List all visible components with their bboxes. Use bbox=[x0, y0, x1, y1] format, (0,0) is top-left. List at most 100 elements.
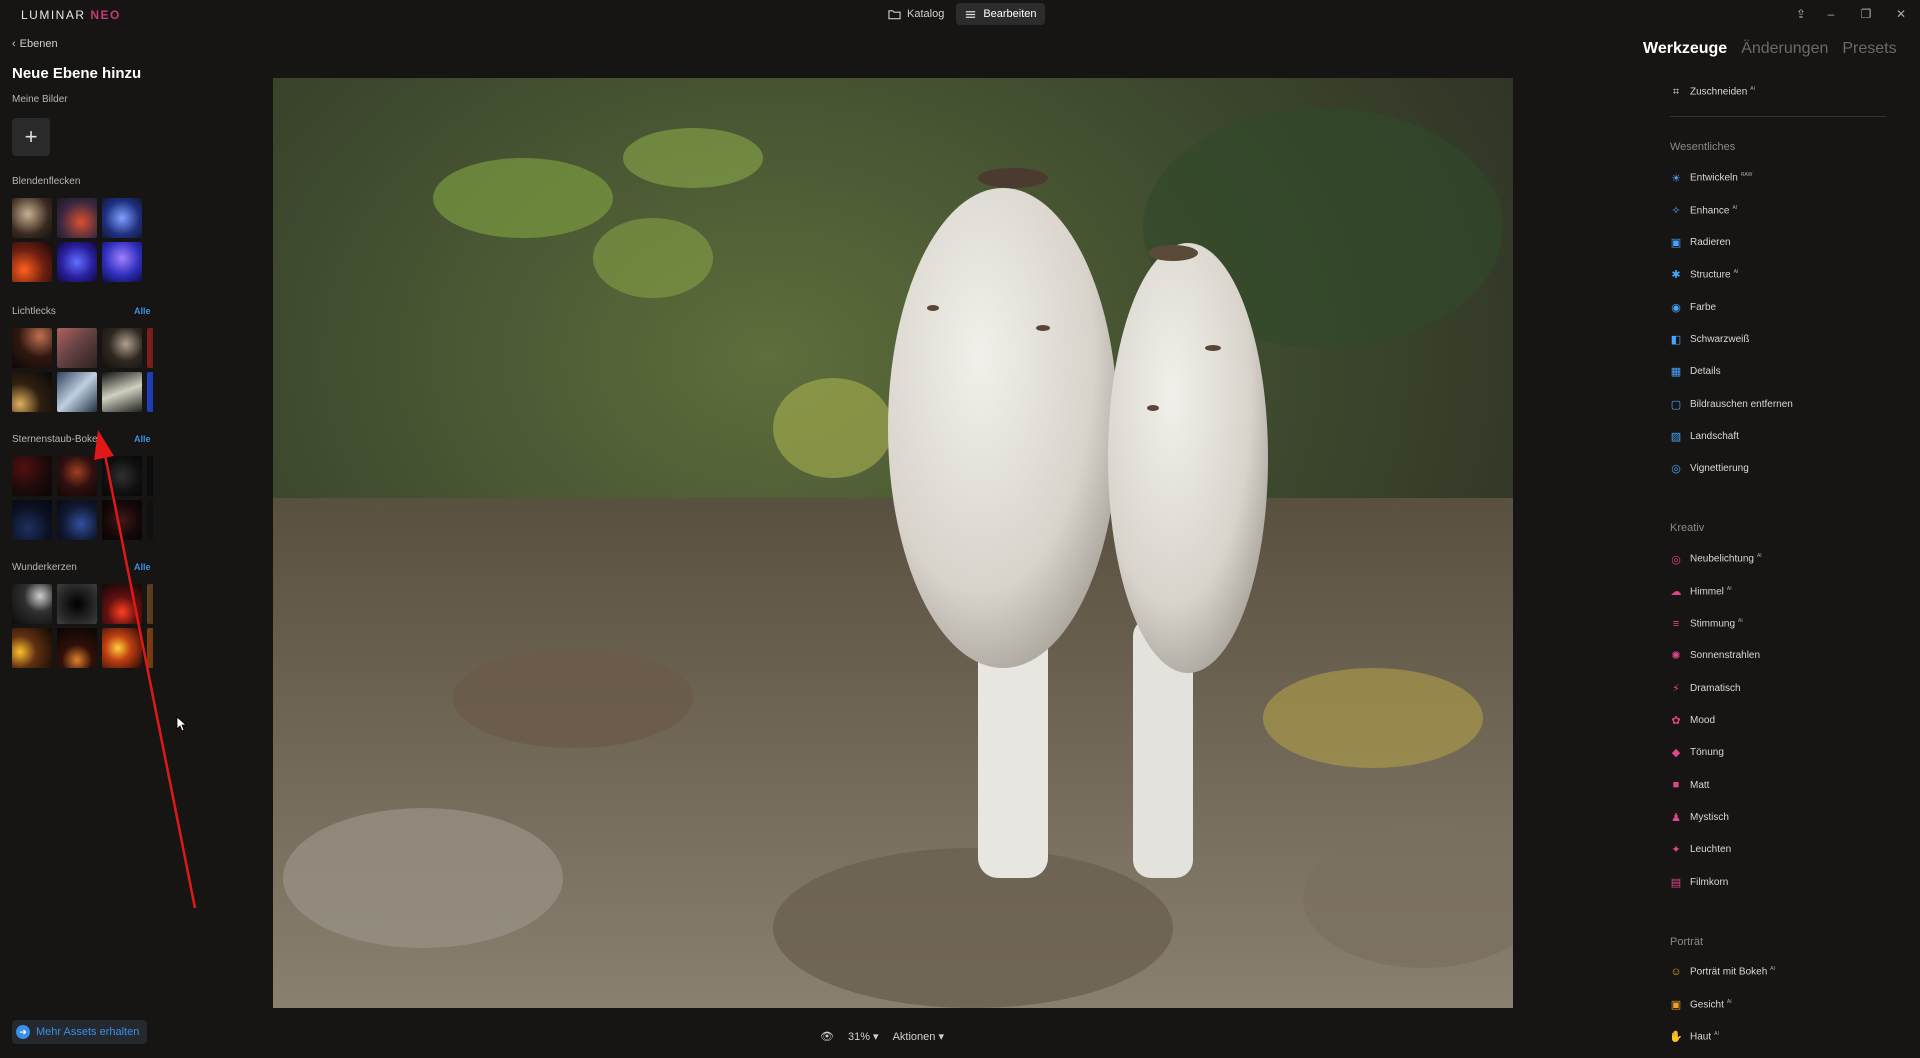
tool-icon: ▣ bbox=[1670, 237, 1682, 250]
sliders-icon bbox=[966, 10, 976, 18]
asset-thumbnail[interactable] bbox=[12, 242, 52, 282]
asset-thumbnail[interactable] bbox=[147, 372, 153, 412]
asset-thumbnail[interactable] bbox=[57, 198, 97, 238]
tool-tönung[interactable]: ◆ Tönung bbox=[1670, 747, 1724, 759]
tool-radieren[interactable]: ▣ Radieren bbox=[1670, 237, 1731, 249]
tool-sonnenstrahlen[interactable]: ✺ Sonnenstrahlen bbox=[1670, 650, 1760, 662]
lichtlecks-grid bbox=[12, 328, 153, 412]
tool-bildrauschen-entfernen[interactable]: ▢ Bildrauschen entfernen bbox=[1670, 398, 1793, 411]
asset-thumbnail[interactable] bbox=[102, 198, 142, 238]
tool-icon: ⚡ bbox=[1672, 682, 1680, 695]
tool-haut[interactable]: ✋ Haut AI bbox=[1669, 1030, 1719, 1044]
tool-details[interactable]: ▦ Details bbox=[1670, 366, 1721, 378]
asset-thumbnail[interactable] bbox=[57, 328, 97, 368]
tool-structure[interactable]: ✱ Structure AI bbox=[1670, 269, 1738, 281]
tool-mystisch[interactable]: ♟ Mystisch bbox=[1670, 811, 1729, 824]
app-logo: LUMINAR NEO bbox=[21, 8, 121, 22]
tab-aenderungen[interactable]: Änderungen bbox=[1741, 40, 1828, 58]
zoom-dropdown[interactable]: 31% ▾ bbox=[848, 1030, 879, 1043]
tool-label: Schwarzweiß bbox=[1690, 334, 1750, 345]
tool-himmel[interactable]: ☁ Himmel AI bbox=[1670, 585, 1732, 598]
eye-icon[interactable]: 👁 bbox=[820, 1030, 834, 1043]
add-image-button[interactable]: + bbox=[12, 118, 50, 156]
tool-label: Entwickeln RAW bbox=[1690, 172, 1753, 184]
tool-icon: ✱ bbox=[1671, 269, 1681, 282]
tool-label: Haut AI bbox=[1690, 1030, 1719, 1043]
asset-thumbnail[interactable] bbox=[147, 198, 153, 238]
tool-zuschneiden[interactable]: ⌗ Zuschneiden AI bbox=[1670, 86, 1755, 98]
tool-vignettierung[interactable]: ◎ Vignettierung bbox=[1670, 463, 1749, 475]
actions-dropdown[interactable]: Aktionen ▾ bbox=[893, 1030, 944, 1043]
tool-entwickeln[interactable]: ☀ Entwickeln RAW bbox=[1670, 172, 1752, 184]
section-lichtlecks: Lichtlecks bbox=[12, 306, 56, 317]
tool-icon: ▤ bbox=[1670, 876, 1682, 889]
share-icon[interactable]: ⇪ bbox=[1792, 5, 1810, 23]
back-to-layers-link[interactable]: ‹ Ebenen bbox=[12, 38, 58, 50]
folder-icon bbox=[888, 9, 901, 19]
tool-leuchten[interactable]: ✦ Leuchten bbox=[1670, 844, 1731, 856]
asset-thumbnail[interactable] bbox=[12, 628, 52, 668]
tool-icon: ▢ bbox=[1670, 398, 1682, 411]
tool-icon: ✦ bbox=[1671, 844, 1681, 857]
tab-bearbeiten[interactable]: Bearbeiten bbox=[956, 3, 1045, 25]
tool-label: Stimmung AI bbox=[1690, 617, 1743, 630]
tool-icon: ◎ bbox=[1671, 463, 1681, 476]
tool-label: Tönung bbox=[1690, 747, 1724, 759]
tab-presets[interactable]: Presets bbox=[1842, 40, 1896, 58]
tab-katalog[interactable]: Katalog bbox=[880, 3, 952, 25]
plus-icon: + bbox=[24, 124, 38, 149]
asset-thumbnail[interactable] bbox=[12, 328, 52, 368]
asset-thumbnail[interactable] bbox=[12, 198, 52, 238]
tool-label: Leuchten bbox=[1690, 844, 1732, 856]
tool-icon: ▣ bbox=[1670, 998, 1682, 1011]
panel-title: Neue Ebene hinzu bbox=[12, 65, 142, 82]
my-images-label: Meine Bilder bbox=[12, 94, 68, 105]
tool-icon: ✧ bbox=[1671, 204, 1681, 217]
tool-icon: ✋ bbox=[1669, 1031, 1683, 1044]
mushroom-photo bbox=[273, 78, 1513, 1008]
tool-filmkorn[interactable]: ▤ Filmkorn bbox=[1670, 876, 1729, 889]
tool-porträt-mit-bokeh[interactable]: ☺ Porträt mit Bokeh AI bbox=[1670, 966, 1775, 978]
minimize-icon[interactable]: – bbox=[1822, 5, 1840, 23]
close-icon[interactable]: ✕ bbox=[1892, 5, 1910, 23]
tool-dramatisch[interactable]: ⚡ Dramatisch bbox=[1670, 682, 1740, 695]
tool-icon: ≡ bbox=[1672, 617, 1680, 630]
right-panel-tabs: Werkzeuge Änderungen Presets bbox=[1643, 40, 1897, 58]
tab-werkzeuge[interactable]: Werkzeuge bbox=[1643, 40, 1727, 58]
tool-label: Farbe bbox=[1690, 301, 1717, 313]
tool-schwarzweiß[interactable]: ◧ Schwarzweiß bbox=[1670, 334, 1750, 346]
tool-label: Radieren bbox=[1690, 237, 1731, 249]
tool-stimmung[interactable]: ≡ Stimmung AI bbox=[1670, 618, 1743, 630]
tool-icon: ◉ bbox=[1671, 301, 1681, 314]
tool-matt[interactable]: ■ Matt bbox=[1670, 779, 1710, 792]
section-kreativ: Kreativ bbox=[1670, 522, 1705, 534]
asset-thumbnail[interactable] bbox=[102, 328, 142, 368]
tool-label: Structure AI bbox=[1690, 269, 1739, 281]
tool-enhance[interactable]: ✧ Enhance AI bbox=[1670, 204, 1737, 217]
section-wesentliches: Wesentliches bbox=[1670, 141, 1736, 153]
asset-thumbnail[interactable] bbox=[102, 242, 142, 282]
section-portraet: Porträt bbox=[1670, 936, 1704, 948]
asset-thumbnail[interactable] bbox=[12, 372, 52, 412]
asset-thumbnail[interactable] bbox=[57, 242, 97, 282]
photo-canvas[interactable] bbox=[273, 78, 1513, 1008]
tool-label: Details bbox=[1690, 366, 1721, 378]
arrow-right-icon: ➜ bbox=[16, 1025, 30, 1039]
asset-thumbnail[interactable] bbox=[12, 584, 52, 624]
get-more-assets-button[interactable]: ➜ Mehr Assets erhalten bbox=[12, 1020, 148, 1044]
tool-farbe[interactable]: ◉ Farbe bbox=[1670, 301, 1717, 314]
asset-thumbnail[interactable] bbox=[12, 500, 52, 540]
tool-neubelichtung[interactable]: ◎ Neubelichtung AI bbox=[1670, 553, 1761, 565]
tool-icon: ■ bbox=[1672, 779, 1680, 792]
restore-icon[interactable]: ❐ bbox=[1857, 5, 1875, 23]
asset-thumbnail[interactable] bbox=[147, 328, 153, 368]
tool-landschaft[interactable]: ▨ Landschaft bbox=[1670, 430, 1739, 443]
asset-thumbnail[interactable] bbox=[102, 372, 142, 412]
asset-thumbnail[interactable] bbox=[12, 456, 52, 496]
asset-thumbnail[interactable] bbox=[57, 372, 97, 412]
tool-gesicht[interactable]: ▣ Gesicht AI bbox=[1670, 998, 1732, 1011]
divider bbox=[1670, 116, 1886, 117]
canvas-bottom-bar: 👁 31% ▾ Aktionen ▾ bbox=[820, 1030, 944, 1043]
lichtlecks-all-link[interactable]: Alle bbox=[134, 306, 151, 316]
tool-mood[interactable]: ✿ Mood bbox=[1670, 715, 1715, 727]
